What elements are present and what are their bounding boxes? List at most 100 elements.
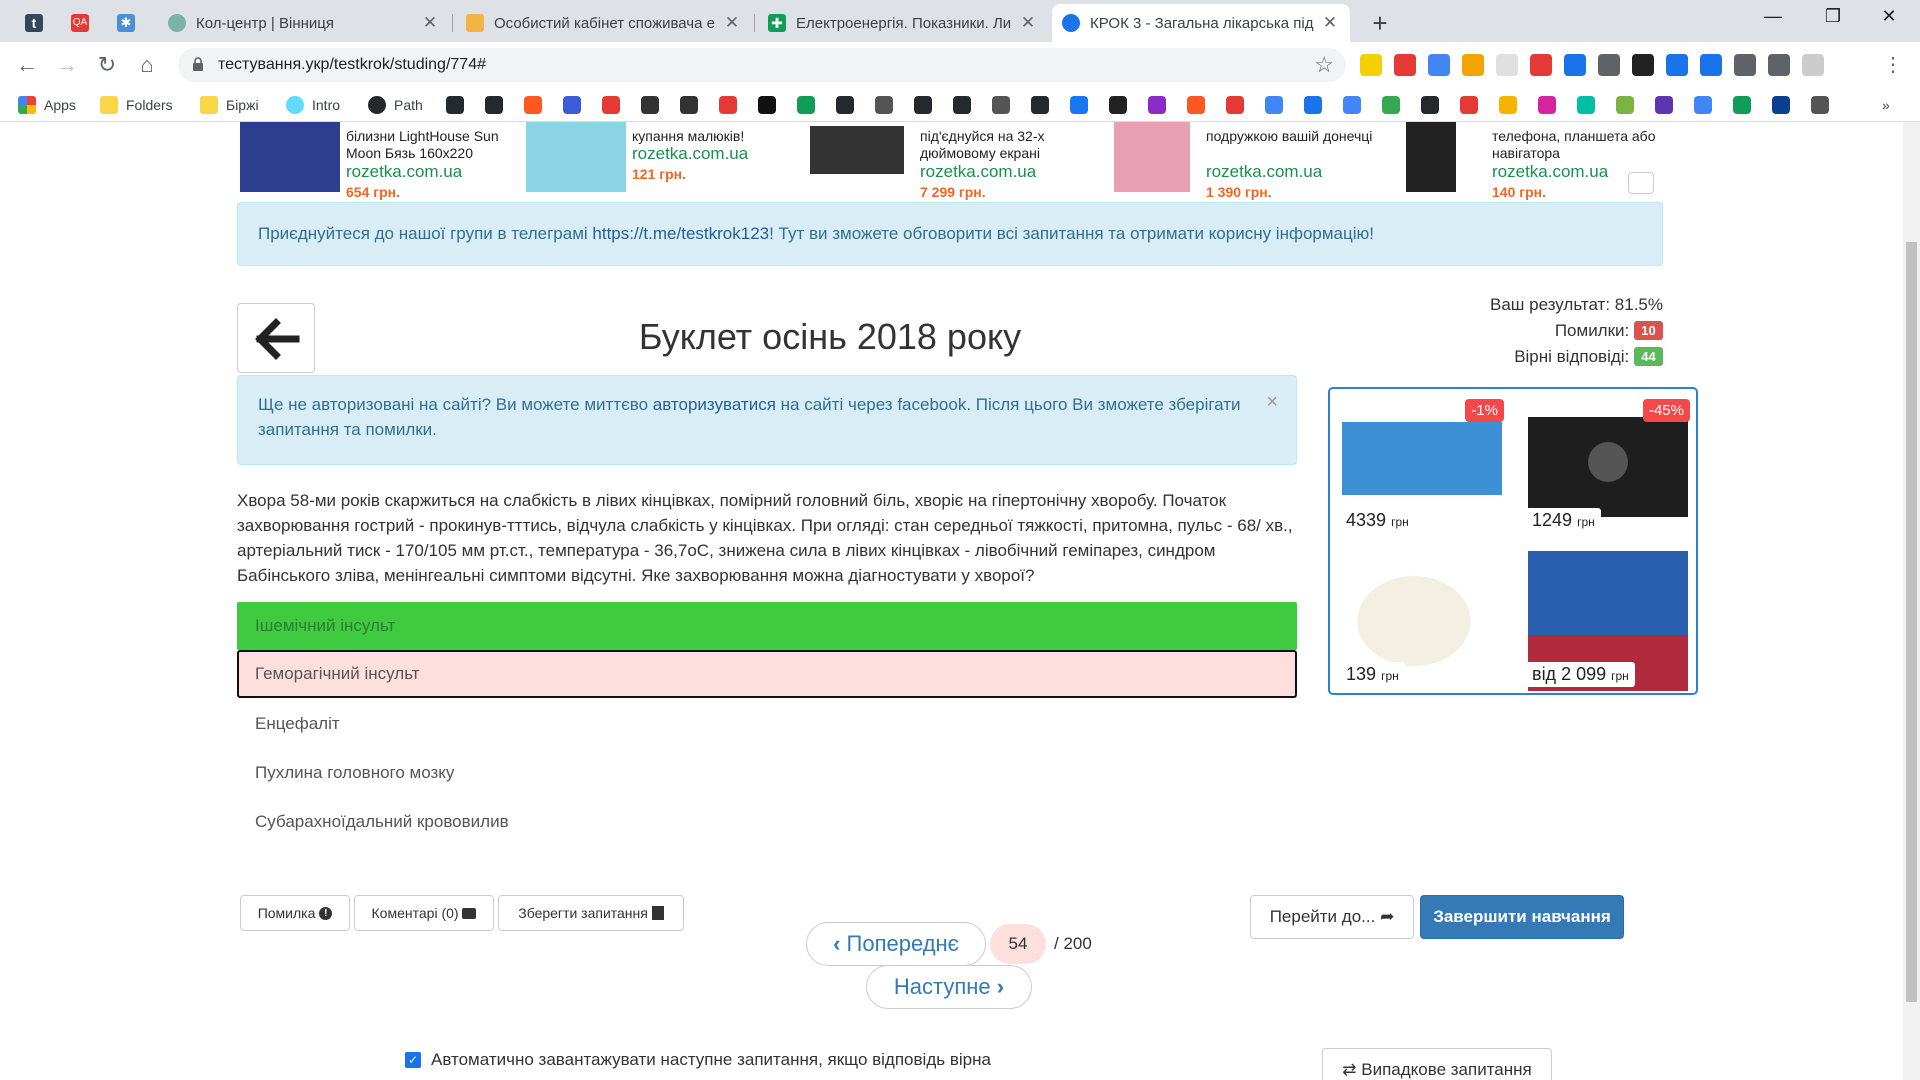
goto-button[interactable]: Перейти до... ➦	[1250, 895, 1414, 939]
bookmark-favicon-icon[interactable]	[1460, 96, 1478, 114]
bookmark-favicon-icon[interactable]	[1031, 96, 1049, 114]
back-to-list-button[interactable]	[237, 303, 315, 373]
bookmark-favicon-icon[interactable]	[1109, 96, 1127, 114]
bookmark-favicon-icon[interactable]	[563, 96, 581, 114]
bookmark-favicon-icon[interactable]	[524, 96, 542, 114]
ad-item[interactable]: під'єднуйся на 32-х дюймовому екрані roz…	[810, 122, 1104, 200]
bookmark-favicon-icon[interactable]	[1577, 96, 1595, 114]
address-bar[interactable]: тестування.укр/testkrok/studing/774# ☆	[178, 48, 1346, 82]
answer-option[interactable]: Субарахноїдальний крововилив	[237, 798, 1297, 846]
adchoices-icon[interactable]	[1628, 172, 1654, 194]
pinned-tab-settings[interactable]: ✱	[104, 4, 148, 42]
answer-option[interactable]: Ішемічний інсульт	[237, 602, 1297, 650]
bookmark-favicon-icon[interactable]	[1694, 96, 1712, 114]
new-tab-button[interactable]: +	[1364, 8, 1396, 39]
bookmark-favicon-icon[interactable]	[1655, 96, 1673, 114]
bookmark-intro[interactable]: Intro	[286, 95, 340, 115]
bookmark-favicon-icon[interactable]	[446, 96, 464, 114]
extension-icon[interactable]	[1734, 54, 1756, 76]
bookmark-favicon-icon[interactable]	[1538, 96, 1556, 114]
extension-icon[interactable]	[1394, 54, 1416, 76]
bookmark-favicon-icon[interactable]	[602, 96, 620, 114]
answer-option[interactable]: Пухлина головного мозку	[237, 749, 1297, 797]
extension-icon[interactable]	[1666, 54, 1688, 76]
next-question-button[interactable]: Наступне ›	[866, 965, 1032, 1009]
extension-icon[interactable]	[1700, 54, 1722, 76]
more-menu-icon[interactable]: ⋮	[1882, 54, 1904, 76]
scrollbar-thumb[interactable]	[1906, 242, 1917, 1002]
bookmark-favicon-icon[interactable]	[1382, 96, 1400, 114]
product-card[interactable]: -1% 4339 грн	[1332, 391, 1512, 541]
bookmark-favicon-icon[interactable]	[953, 96, 971, 114]
product-card[interactable]: -45% 1249 грн	[1518, 391, 1698, 541]
url-text[interactable]: тестування.укр/testkrok/studing/774#	[218, 56, 486, 74]
close-icon[interactable]: ✕	[1320, 13, 1340, 33]
bookmark-favicon-icon[interactable]	[758, 96, 776, 114]
tab-personal-cabinet[interactable]: Особистий кабінет споживача е ✕	[456, 4, 752, 42]
extension-icon[interactable]	[1496, 54, 1518, 76]
bookmark-favicon-icon[interactable]	[1304, 96, 1322, 114]
current-question-number[interactable]: 54	[990, 924, 1046, 964]
ad-item[interactable]: білизни LightHouse Sun Moon Бязь 160x220…	[240, 122, 530, 200]
bookmark-folders[interactable]: Folders	[100, 95, 173, 115]
bookmark-path[interactable]: Path	[368, 95, 423, 115]
close-icon[interactable]: ✕	[1018, 13, 1038, 33]
ad-item[interactable]: купання малюків! rozetka.com.ua 121 грн.	[526, 122, 816, 200]
extension-icon[interactable]	[1598, 54, 1620, 76]
pinned-tab-tumblr[interactable]: t	[12, 4, 56, 42]
autoload-checkbox[interactable]: ✓	[405, 1052, 421, 1068]
bookmark-favicon-icon[interactable]	[1265, 96, 1283, 114]
ad-item[interactable]: подружкою вашій донечці rozetka.com.ua 1…	[1100, 122, 1390, 200]
bookmark-favicon-icon[interactable]	[641, 96, 659, 114]
extension-icon[interactable]	[1768, 54, 1790, 76]
bookmark-favicon-icon[interactable]	[680, 96, 698, 114]
bookmark-favicon-icon[interactable]	[1616, 96, 1634, 114]
bookmark-favicon-icon[interactable]	[1499, 96, 1517, 114]
tab-krok3[interactable]: КРОК 3 - Загальна лікарська під ✕	[1052, 4, 1350, 42]
bookmark-star-icon[interactable]: ☆	[1314, 52, 1334, 78]
reload-button[interactable]: ↻	[92, 50, 122, 80]
bookmark-favicon-icon[interactable]	[1343, 96, 1361, 114]
previous-question-button[interactable]: ‹ Попереднє	[806, 922, 986, 966]
page-scrollbar[interactable]	[1903, 122, 1920, 1080]
bookmark-favicon-icon[interactable]	[1811, 96, 1829, 114]
bookmark-favicon-icon[interactable]	[1226, 96, 1244, 114]
back-button[interactable]: ←	[12, 50, 42, 80]
bookmark-apps[interactable]: Apps	[18, 95, 76, 115]
bookmark-favicon-icon[interactable]	[719, 96, 737, 114]
product-card[interactable]: від 2 099 грн	[1518, 545, 1698, 695]
comments-button[interactable]: Коментарі (0)	[354, 895, 494, 931]
save-question-button[interactable]: Зберегти запитання	[498, 895, 684, 931]
extension-icon[interactable]	[1802, 54, 1824, 76]
extension-icon[interactable]	[1530, 54, 1552, 76]
bookmark-favicon-icon[interactable]	[1421, 96, 1439, 114]
bookmark-favicon-icon[interactable]	[875, 96, 893, 114]
auth-link[interactable]: авторизуватися	[653, 395, 776, 414]
extension-icon[interactable]	[1462, 54, 1484, 76]
extension-icon[interactable]	[1564, 54, 1586, 76]
bookmark-favicon-icon[interactable]	[485, 96, 503, 114]
report-error-button[interactable]: Помилка !	[240, 895, 350, 931]
bookmark-favicon-icon[interactable]	[914, 96, 932, 114]
bookmark-favicon-icon[interactable]	[1187, 96, 1205, 114]
product-card[interactable]: 139 грн	[1332, 545, 1512, 695]
forward-button[interactable]: →	[52, 50, 82, 80]
extension-icon[interactable]	[1360, 54, 1382, 76]
finish-training-button[interactable]: Завершити навчання	[1420, 895, 1624, 939]
tab-call-center[interactable]: Кол-центр | Вінниця ✕	[158, 4, 450, 42]
extension-icon[interactable]	[1428, 54, 1450, 76]
bookmark-birzhi[interactable]: Біржі	[200, 95, 259, 115]
bookmark-favicon-icon[interactable]	[836, 96, 854, 114]
close-icon[interactable]: ✕	[420, 13, 440, 33]
maximize-button[interactable]: ❐	[1810, 6, 1856, 27]
autoload-option[interactable]: ✓ Автоматично завантажувати наступне зап…	[405, 1050, 991, 1070]
more-bookmarks-button[interactable]: »	[1882, 95, 1890, 115]
bookmark-favicon-icon[interactable]	[992, 96, 1010, 114]
bookmark-favicon-icon[interactable]	[1733, 96, 1751, 114]
bookmark-favicon-icon[interactable]	[1070, 96, 1088, 114]
close-alert-button[interactable]: ×	[1266, 390, 1278, 415]
bookmark-favicon-icon[interactable]	[1148, 96, 1166, 114]
tab-electricity[interactable]: ✚ Електроенергія. Показники. Ли ✕	[758, 4, 1048, 42]
answer-option[interactable]: Енцефаліт	[237, 700, 1297, 748]
minimize-button[interactable]: —	[1750, 6, 1796, 27]
